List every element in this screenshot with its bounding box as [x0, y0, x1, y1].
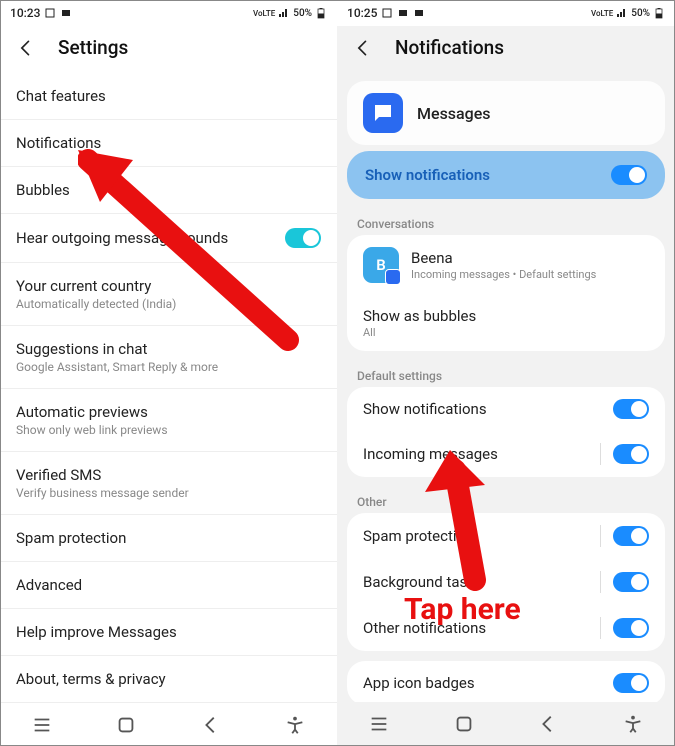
header: Notifications	[337, 26, 675, 73]
signal-icon	[278, 7, 290, 19]
page-title: Settings	[58, 36, 128, 59]
nav-bar	[0, 702, 337, 746]
status-icon	[397, 7, 409, 19]
row-auto-previews[interactable]: Automatic previewsShow only web link pre…	[0, 389, 337, 452]
row-suggestions[interactable]: Suggestions in chatGoogle Assistant, Sma…	[0, 326, 337, 389]
toggle-hear-outgoing[interactable]	[285, 228, 321, 248]
row-contact-beena[interactable]: B Beena Incoming messages • Default sett…	[347, 235, 665, 295]
page-title: Notifications	[395, 36, 504, 59]
nav-recents-icon[interactable]	[368, 713, 390, 735]
app-name: Messages	[417, 104, 491, 123]
nav-accessibility-icon[interactable]	[622, 713, 644, 735]
status-icon	[44, 7, 56, 19]
nav-home-icon[interactable]	[453, 713, 475, 735]
card-default-settings: Show notifications Incoming messages	[347, 387, 665, 477]
back-icon[interactable]	[353, 38, 373, 58]
status-network: VoLTE	[253, 9, 275, 18]
section-other: Other	[337, 487, 675, 513]
status-icon	[381, 7, 393, 19]
status-battery-pct: 50%	[631, 8, 650, 19]
row-bubbles[interactable]: Bubbles	[0, 167, 337, 214]
card-conversations: B Beena Incoming messages • Default sett…	[347, 235, 665, 351]
toggle-app-icon-badges[interactable]	[613, 673, 649, 693]
messages-app-icon	[363, 93, 403, 133]
app-header: Messages	[347, 81, 665, 145]
row-hear-outgoing[interactable]: Hear outgoing message sounds	[0, 214, 337, 263]
status-icon	[60, 7, 72, 19]
row-help-improve[interactable]: Help improve Messages	[0, 609, 337, 656]
nav-back-icon[interactable]	[200, 714, 222, 736]
row-about[interactable]: About, terms & privacy	[0, 656, 337, 702]
status-network: VoLTE	[591, 9, 613, 18]
contact-avatar: B	[363, 247, 399, 283]
status-bar: 10:25 VoLTE 50%	[337, 0, 675, 26]
section-conversations: Conversations	[337, 209, 675, 235]
phone-right-notifications: 10:25 VoLTE 50% Notifications Messages S…	[337, 0, 675, 746]
settings-list: Chat features Notifications Bubbles Hear…	[0, 73, 337, 702]
row-verified-sms[interactable]: Verified SMSVerify business message send…	[0, 452, 337, 515]
toggle-background-tasks[interactable]	[613, 572, 649, 592]
back-icon[interactable]	[16, 38, 36, 58]
row-show-notifications-master[interactable]: Show notifications	[347, 151, 665, 199]
status-time: 10:23	[10, 6, 40, 20]
divider	[600, 571, 601, 593]
nav-back-icon[interactable]	[537, 713, 559, 735]
toggle-show-notifications[interactable]	[611, 165, 647, 185]
row-notifications[interactable]: Notifications	[0, 120, 337, 167]
status-bar: 10:23 VoLTE 50%	[0, 0, 337, 26]
divider	[600, 443, 601, 465]
card-other: Spam protection Background tasks Other n…	[347, 513, 665, 651]
card-badges: App icon badges	[347, 661, 665, 705]
row-other-notifications[interactable]: Other notifications	[347, 605, 665, 651]
toggle-incoming-messages[interactable]	[613, 444, 649, 464]
divider	[600, 525, 601, 547]
toggle-show-notifications-default[interactable]	[613, 399, 649, 419]
battery-icon	[653, 7, 665, 19]
row-show-as-bubbles[interactable]: Show as bubbles All	[347, 295, 665, 351]
row-country[interactable]: Your current countryAutomatically detect…	[0, 263, 337, 326]
phone-left-settings: 10:23 VoLTE 50% Settings Chat features N…	[0, 0, 337, 746]
header: Settings	[0, 26, 337, 73]
toggle-other-notifications[interactable]	[613, 618, 649, 638]
row-advanced[interactable]: Advanced	[0, 562, 337, 609]
status-time: 10:25	[347, 6, 377, 20]
status-icon	[413, 7, 425, 19]
nav-recents-icon[interactable]	[31, 714, 53, 736]
toggle-spam-protection[interactable]	[613, 526, 649, 546]
nav-accessibility-icon[interactable]	[284, 714, 306, 736]
row-chat-features[interactable]: Chat features	[0, 73, 337, 120]
status-battery-pct: 50%	[293, 8, 312, 19]
row-background-tasks[interactable]: Background tasks	[347, 559, 665, 605]
row-spam[interactable]: Spam protection	[0, 515, 337, 562]
signal-icon	[616, 7, 628, 19]
battery-icon	[315, 7, 327, 19]
section-default-settings: Default settings	[337, 361, 675, 387]
row-show-notifications[interactable]: Show notifications	[347, 387, 665, 431]
divider	[600, 617, 601, 639]
nav-home-icon[interactable]	[115, 714, 137, 736]
nav-bar	[337, 702, 675, 746]
row-app-icon-badges[interactable]: App icon badges	[347, 661, 665, 705]
row-incoming-messages[interactable]: Incoming messages	[347, 431, 665, 477]
row-spam-protection[interactable]: Spam protection	[347, 513, 665, 559]
